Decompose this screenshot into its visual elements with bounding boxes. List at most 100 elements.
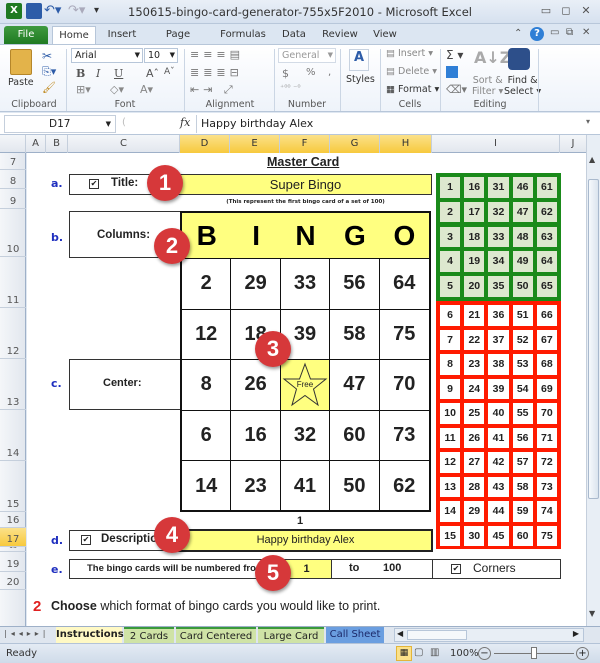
autosum-button[interactable]: Σ ▾ <box>446 48 463 62</box>
title-checkbox[interactable]: ✔ <box>89 179 99 189</box>
zoom-slider-thumb[interactable] <box>531 647 537 659</box>
row-header-selected[interactable]: 17 <box>0 528 26 547</box>
help-icon[interactable]: ? <box>530 27 544 41</box>
sort-filter-button[interactable]: Sort & Filter ▾ <box>472 75 503 97</box>
column-header-d[interactable]: D <box>180 135 230 153</box>
minimize-button[interactable]: ▭ <box>538 4 554 18</box>
scroll-up-button[interactable]: ▲ <box>589 155 595 164</box>
zoom-out-button[interactable]: − <box>478 647 491 660</box>
close-button[interactable]: ✕ <box>578 4 594 18</box>
tab-page-layout[interactable]: Page Layout <box>148 26 208 58</box>
paste-button[interactable]: Paste <box>8 77 34 88</box>
vertical-scrollbar[interactable]: ▲ ▼ <box>586 135 600 626</box>
tab-data[interactable]: Data <box>278 26 310 44</box>
column-header-g[interactable]: G <box>330 135 380 153</box>
scroll-down-button[interactable]: ▼ <box>589 609 595 618</box>
row-header[interactable] <box>0 590 26 626</box>
tab-insert[interactable]: Insert <box>104 26 140 44</box>
column-header-a[interactable]: A <box>26 135 46 153</box>
column-header-b[interactable]: B <box>46 135 68 153</box>
column-header-h[interactable]: H <box>380 135 432 153</box>
formula-input[interactable]: Happy birthday Alex <box>196 115 584 133</box>
font-size-select[interactable]: 10 ▼ <box>144 48 178 63</box>
insert-function-button[interactable]: fx <box>180 116 190 129</box>
horizontal-scroll-thumb[interactable] <box>407 630 467 640</box>
shrink-font-icon[interactable]: Aˇ <box>164 67 175 77</box>
horizontal-align-icons[interactable]: ≣≣≣⊟ <box>190 66 243 79</box>
indent-icons[interactable]: ⇤⇥ ⤢ <box>190 83 237 97</box>
row-header[interactable]: 14 <box>0 410 26 461</box>
paste-icon[interactable] <box>10 49 32 75</box>
binoculars-icon[interactable] <box>508 48 530 70</box>
column-header-f[interactable]: F <box>280 135 330 153</box>
row-header[interactable]: 16 <box>0 512 26 528</box>
italic-button[interactable]: I <box>96 67 100 80</box>
sheet-tab-instructions[interactable]: Instructions <box>56 627 124 643</box>
page-break-view-button[interactable]: ▥ <box>430 647 439 658</box>
column-header-c[interactable]: C <box>68 135 180 153</box>
sheet-tab-large-card[interactable]: Large Card <box>258 627 324 643</box>
row-header[interactable]: 10 <box>0 209 26 257</box>
row-header[interactable]: 9 <box>0 189 26 209</box>
fill-icon[interactable] <box>446 66 458 78</box>
format-cells-button[interactable]: ▦ Format ▾ <box>386 84 439 95</box>
description-input[interactable]: Happy birthday Alex <box>178 529 433 552</box>
column-header-e[interactable]: E <box>230 135 280 153</box>
column-header-i[interactable]: I <box>432 135 560 153</box>
name-box[interactable]: D17 ▼ <box>4 115 116 133</box>
column-header-j[interactable]: J <box>560 135 586 153</box>
find-select-button[interactable]: Find &Select ▾ <box>504 75 541 97</box>
insert-cells-button[interactable]: ▤ Insert ▾ <box>386 48 433 59</box>
row-header[interactable]: 13 <box>0 359 26 410</box>
row-header[interactable]: 12 <box>0 308 26 359</box>
underline-button[interactable]: U <box>114 67 123 80</box>
sheet-tab-2-cards[interactable]: 2 Cards <box>124 627 174 643</box>
cut-icon[interactable]: ✂ <box>42 49 52 63</box>
row-header[interactable]: 8 <box>0 170 26 189</box>
font-name-select[interactable]: Arial ▼ <box>71 48 143 63</box>
workbook-close-button[interactable]: ✕ <box>582 27 590 38</box>
title-input[interactable]: Super Bingo <box>180 175 431 194</box>
row-header[interactable]: 7 <box>0 153 26 170</box>
format-painter-icon[interactable]: 🖌 <box>42 81 56 94</box>
fill-color-icon[interactable]: ◇▾ <box>110 83 124 96</box>
minimize-ribbon-icon[interactable]: ⌃ <box>514 28 522 39</box>
corners-checkbox[interactable]: ✔ <box>451 564 461 574</box>
scrollbar-thumb[interactable] <box>588 179 599 499</box>
tab-file[interactable]: File <box>4 26 48 44</box>
decimal-icons[interactable]: ⁺⁰⁰ ⁻⁰ <box>280 83 301 92</box>
comma-button[interactable]: , <box>328 67 331 78</box>
description-checkbox[interactable]: ✔ <box>81 535 91 545</box>
styles-button[interactable]: Styles <box>346 74 375 85</box>
styles-icon[interactable]: A <box>349 49 369 71</box>
tab-review[interactable]: Review <box>320 26 360 44</box>
restore-button[interactable]: ◻ <box>558 4 574 18</box>
font-color-icon[interactable]: A▾ <box>140 83 153 96</box>
clear-icon[interactable]: ⌫▾ <box>446 83 467 96</box>
sheet-nav-buttons[interactable]: |◂◂▸▸| <box>4 629 49 638</box>
page-layout-view-button[interactable]: ▢ <box>414 647 423 658</box>
vertical-align-icons[interactable]: ≡≡≡▤ <box>190 48 244 61</box>
workbook-minimize-button[interactable]: ▭ <box>550 27 559 38</box>
scroll-right-button[interactable]: ▶ <box>573 629 579 638</box>
sort-filter-icon[interactable]: A↓Z <box>474 48 511 67</box>
grow-font-icon[interactable]: Aˆ <box>146 67 159 80</box>
tab-view[interactable]: View <box>370 26 400 44</box>
horizontal-scrollbar[interactable]: ◀ ▶ <box>394 628 584 642</box>
number-format-select[interactable]: General ▼ <box>278 48 336 63</box>
row-header[interactable]: 15 <box>0 461 26 512</box>
row-header[interactable]: 19 <box>0 552 26 572</box>
bold-button[interactable]: B <box>76 67 85 80</box>
normal-view-button[interactable]: ▦ <box>396 646 412 661</box>
zoom-level[interactable]: 100% <box>450 648 479 659</box>
tab-formulas[interactable]: Formulas <box>218 26 268 44</box>
workbook-restore-button[interactable]: ⧉ <box>566 27 573 38</box>
borders-icon[interactable]: ⊞▾ <box>76 83 91 96</box>
worksheet-grid[interactable]: Master Card a. ✔ Title: Super Bingo (Thi… <box>27 153 586 626</box>
tab-home[interactable]: Home <box>52 26 96 44</box>
percent-button[interactable]: % <box>306 67 316 78</box>
delete-cells-button[interactable]: ▤ Delete ▾ <box>386 66 437 77</box>
end-number-input[interactable]: 100 <box>383 562 401 574</box>
zoom-in-button[interactable]: + <box>576 647 589 660</box>
currency-button[interactable]: $ <box>282 67 289 80</box>
